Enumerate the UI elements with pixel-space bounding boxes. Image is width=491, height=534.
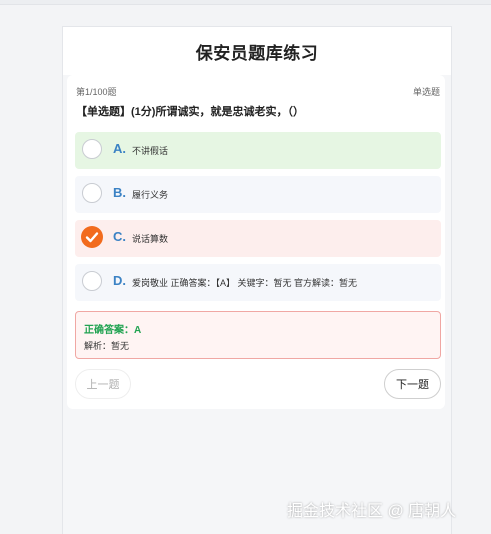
next-question-button[interactable]: 下一题 <box>384 369 441 399</box>
option-letter: B. <box>113 185 126 200</box>
option-letter: C. <box>113 229 126 244</box>
question-meta: 第1/100题 单选题 <box>76 85 440 97</box>
radio-icon[interactable] <box>82 139 102 159</box>
option-c[interactable]: C. 说话算数 <box>75 220 441 257</box>
check-icon[interactable] <box>81 226 103 248</box>
answer-explanation: 解析：暂无 <box>84 341 130 351</box>
option-b[interactable]: B. 履行义务 <box>75 176 441 213</box>
watermark: 掘金技术社区 @ 唐朝人 <box>287 503 457 520</box>
answer-panel: 正确答案：A 解析：暂无 <box>75 311 441 359</box>
option-text: 履行义务 <box>132 190 169 200</box>
option-a[interactable]: A. 不讲假话 <box>75 132 441 169</box>
option-text: 爱岗敬业 正确答案：【A】 关键字：暂无 官方解读：暂无 <box>132 278 358 288</box>
option-letter: A. <box>113 141 126 156</box>
page-title: 保安员题库练习 <box>195 44 319 63</box>
radio-icon[interactable] <box>82 183 102 203</box>
app-header: 保安员题库练习 <box>63 27 451 75</box>
prev-question-button[interactable]: 上一题 <box>75 369 131 399</box>
browser-top-strip <box>0 0 491 5</box>
question-progress: 第1/100题 <box>76 87 117 97</box>
question-card: 第1/100题 单选题 【单选题】(1分)所谓诚实，就是忠诚老实，（） A. 不… <box>67 75 445 409</box>
question-type: 单选题 <box>412 87 440 97</box>
option-text: 说话算数 <box>132 234 169 244</box>
question-text: 【单选题】(1分)所谓诚实，就是忠诚老实，（） <box>76 106 304 118</box>
option-text: 不讲假话 <box>132 146 169 156</box>
option-d[interactable]: D. 爱岗敬业 正确答案：【A】 关键字：暂无 官方解读：暂无 <box>75 264 441 301</box>
radio-icon[interactable] <box>82 271 102 291</box>
correct-answer: 正确答案：A <box>84 325 142 336</box>
app-frame: 保安员题库练习 第1/100题 单选题 【单选题】(1分)所谓诚实，就是忠诚老实… <box>62 26 452 534</box>
option-letter: D. <box>113 273 126 288</box>
